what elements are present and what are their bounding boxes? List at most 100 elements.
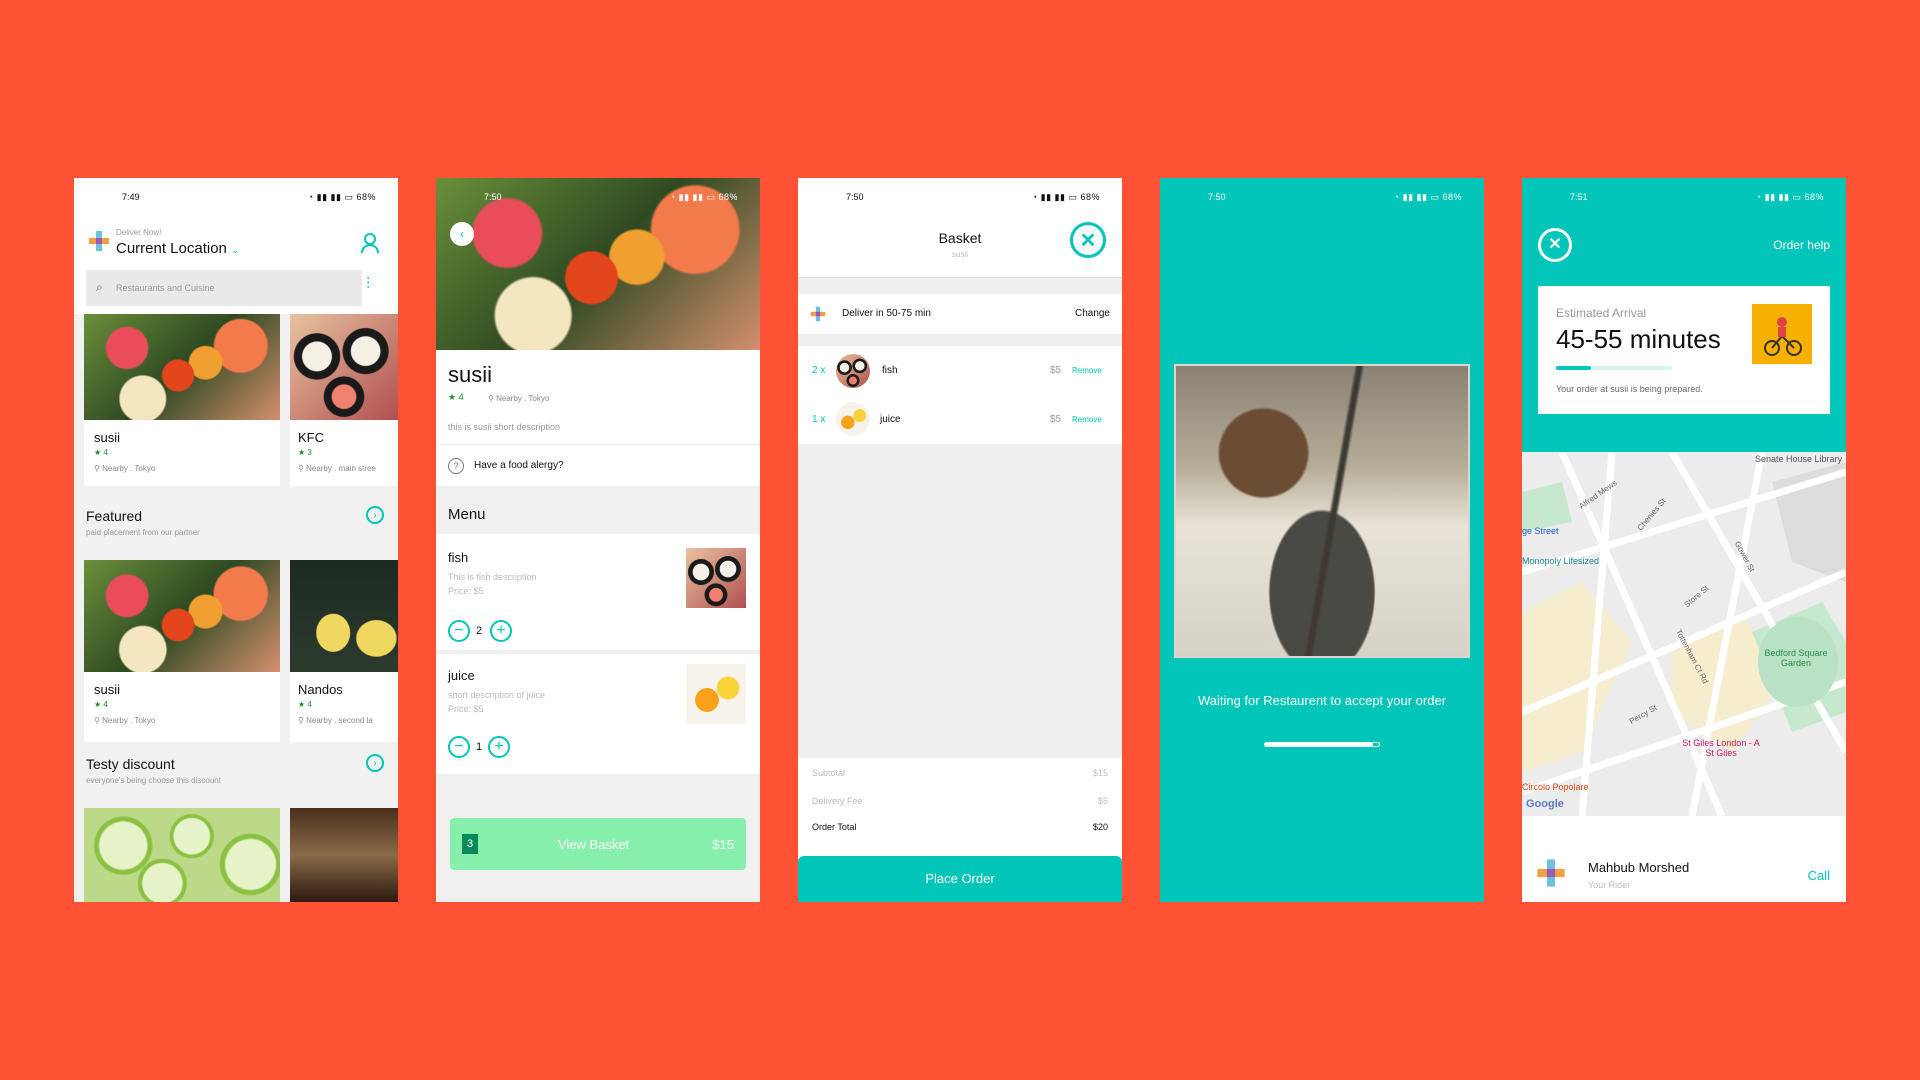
basket-screen: 7:50 ◔ ▮▮ ▮▮ ▭ 68% Basket susii ✕ Delive… xyxy=(798,178,1122,902)
search-icon: ⌕ xyxy=(96,280,103,294)
change-button[interactable]: Change xyxy=(1075,308,1110,319)
plus-icon[interactable]: + xyxy=(490,620,512,642)
map-label: Bedford Square Garden xyxy=(1764,648,1828,668)
restaurant-name: susii xyxy=(94,682,121,697)
waiting-screen: 7:50 ◔ ▮▮ ▮▮ ▭ 68% Waiting for Restauren… xyxy=(1160,178,1484,902)
back-arrow-icon: ‹ xyxy=(460,227,464,241)
item-image xyxy=(836,402,870,436)
featured-subtitle: paid placement from our partner xyxy=(86,528,200,537)
waiting-message: Waiting for Restaurent to accept your or… xyxy=(1197,693,1447,708)
star-icon: ★ 4 xyxy=(298,700,312,709)
minus-icon[interactable]: − xyxy=(448,620,470,642)
rider-role: Your Rider xyxy=(1588,880,1631,890)
waiting-progress xyxy=(1264,742,1380,747)
basket-count: 3 xyxy=(462,834,478,854)
help-icon: ? xyxy=(448,458,464,474)
map-view[interactable]: Senate House Library ge Street Monopoly … xyxy=(1522,452,1846,816)
profile-icon[interactable] xyxy=(360,232,380,259)
status-bar: 7:50 ◔ ▮▮ ▮▮ ▭ 68% xyxy=(484,192,738,202)
waiting-illustration xyxy=(1174,364,1470,658)
discount-image[interactable] xyxy=(84,808,280,902)
plus-icon[interactable]: + xyxy=(488,736,510,758)
filter-icon[interactable]: ⫶ xyxy=(366,276,370,294)
delivery-row: Deliver in 50-75 min Change xyxy=(798,294,1122,334)
restaurant-image xyxy=(290,314,398,420)
featured-title: Featured xyxy=(86,508,143,524)
close-icon[interactable]: ✕ xyxy=(1538,228,1572,262)
restaurant-name: Nandos xyxy=(298,682,343,697)
remove-button[interactable]: Remove xyxy=(1072,366,1102,375)
star-icon: ★ 3 xyxy=(298,448,312,457)
location-selector[interactable]: Current Location ⌄ xyxy=(116,240,239,257)
item-image xyxy=(836,354,870,388)
restaurant-image xyxy=(84,560,280,672)
discount-subtitle: everyone's being choose this discount xyxy=(86,776,221,785)
search-input[interactable]: ⌕ Restaurants and Cuisine xyxy=(86,270,362,306)
discount-title: Testy discount xyxy=(86,756,175,772)
eta-value: 45-55 minutes xyxy=(1556,324,1721,354)
tracking-screen: 7:51 ◔ ▮▮ ▮▮ ▭ 68% ✕ Order help Estimate… xyxy=(1522,178,1846,902)
restaurant-image xyxy=(84,314,280,420)
map-label: ge Street xyxy=(1522,526,1559,536)
view-basket-button[interactable]: 3 View Basket $15 xyxy=(450,818,746,870)
restaurant-card[interactable]: susii ★ 4 ⚲ Nearby . Tokyo xyxy=(84,314,280,486)
restaurant-name: susii xyxy=(94,430,121,445)
restaurant-image xyxy=(290,560,398,672)
app-logo-icon xyxy=(810,306,826,322)
menu-title: Menu xyxy=(448,506,486,523)
restaurant-location: ⚲ Nearby . Tokyo xyxy=(488,394,550,403)
map-label: St Giles London - A St Giles xyxy=(1682,738,1760,758)
basket-item: 2 x fish $5 Remove xyxy=(798,346,1122,394)
restaurant-location: ⚲ Nearby . second la xyxy=(298,716,373,725)
restaurant-card[interactable]: KFC ★ 3 ⚲ Nearby . main stree xyxy=(290,314,398,486)
quantity-value: 1 xyxy=(476,741,483,753)
status-bar: 7:49 ◔ ▮▮ ▮▮ ▭ 68% xyxy=(74,178,398,214)
menu-item-image xyxy=(686,548,746,608)
status-bar: 7:50 ◔ ▮▮ ▮▮ ▭ 68% xyxy=(846,192,1100,202)
quantity-value: 2 xyxy=(476,625,483,637)
rider-panel: Mahbub Morshed Your Rider Call xyxy=(1522,816,1846,902)
discount-arrow-icon[interactable]: › xyxy=(366,754,384,772)
menu-item[interactable]: fish This is fish description Price: $5 … xyxy=(436,534,760,650)
menu-item[interactable]: juice short description of juice Price: … xyxy=(436,654,760,770)
order-help-link[interactable]: Order help xyxy=(1773,238,1830,252)
deliver-now-label: Deliver Now! xyxy=(116,228,162,237)
featured-arrow-icon[interactable]: › xyxy=(366,506,384,524)
menu-item-image xyxy=(686,664,746,724)
allergy-row[interactable]: ? Have a food alergy? xyxy=(436,446,760,486)
minus-icon[interactable]: − xyxy=(448,736,470,758)
status-bar: 7:50 ◔ ▮▮ ▮▮ ▭ 68% xyxy=(1208,192,1462,202)
remove-button[interactable]: Remove xyxy=(1072,415,1102,424)
google-logo: Google xyxy=(1526,798,1564,810)
basket-item: 1 x juice $5 Remove xyxy=(798,394,1122,442)
discount-image[interactable] xyxy=(290,808,398,902)
star-icon: ★ 4 xyxy=(94,448,108,457)
restaurant-description: this is susii short description xyxy=(448,422,561,432)
chevron-down-icon: ⌄ xyxy=(231,245,240,256)
map-label: Monopoly Lifesized xyxy=(1522,556,1600,566)
restaurant-location: ⚲ Nearby . main stree xyxy=(298,464,376,473)
home-screen: 7:49 ◔ ▮▮ ▮▮ ▭ 68% Deliver Now! Current … xyxy=(74,178,398,902)
map-label: Circolo Popolare xyxy=(1522,782,1589,792)
app-logo-icon xyxy=(88,230,110,252)
status-bar: 7:51 ◔ ▮▮ ▮▮ ▭ 68% xyxy=(1570,192,1824,202)
eta-progress xyxy=(1556,366,1672,370)
call-button[interactable]: Call xyxy=(1808,868,1830,883)
star-icon: ★ 4 xyxy=(448,392,464,402)
restaurant-screen: 7:50 ◔ ▮▮ ▮▮ ▭ 68% ‹ susii ★ 4 ⚲ Nearby … xyxy=(436,178,760,902)
eta-card: Estimated Arrival 45-55 minutes Your ord… xyxy=(1538,286,1830,414)
restaurant-title: susii xyxy=(448,362,493,387)
place-order-button[interactable]: Place Order xyxy=(798,856,1122,902)
status-signal: ◔ ▮▮ ▮▮ ▭ 68% xyxy=(307,192,376,202)
status-time: 7:49 xyxy=(122,192,140,202)
close-icon[interactable]: ✕ xyxy=(1070,222,1106,258)
featured-card[interactable]: Nandos ★ 4 ⚲ Nearby . second la xyxy=(290,560,398,742)
restaurant-location: ⚲ Nearby . Tokyo xyxy=(94,716,156,725)
restaurant-location: ⚲ Nearby . Tokyo xyxy=(94,464,156,473)
order-summary: Subtotal $15 Delivery Fee $5 Order Total… xyxy=(798,758,1122,858)
back-button[interactable]: ‹ xyxy=(450,222,474,246)
rider-illustration-icon xyxy=(1752,304,1812,364)
restaurant-row: susii ★ 4 ⚲ Nearby . Tokyo KFC ★ 3 ⚲ Nea… xyxy=(74,314,398,486)
featured-card[interactable]: susii ★ 4 ⚲ Nearby . Tokyo xyxy=(84,560,280,742)
map-label: Senate House Library xyxy=(1754,454,1842,464)
